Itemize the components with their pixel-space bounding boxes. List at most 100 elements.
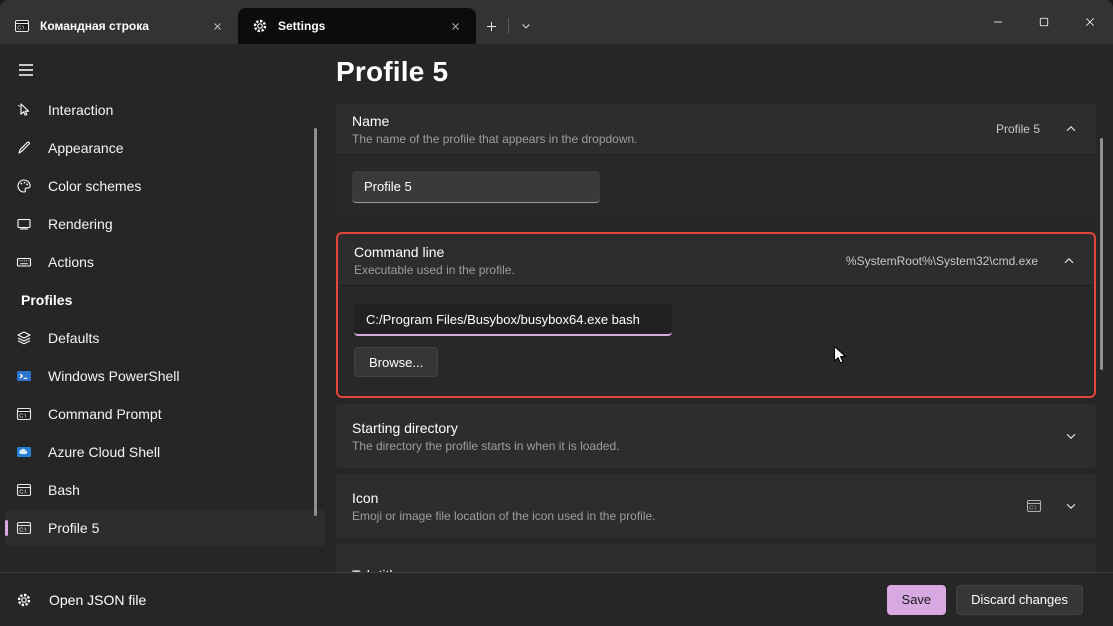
titlebar: C:\ Командная строка Settings bbox=[0, 0, 1113, 44]
cursor-click-icon bbox=[16, 102, 32, 118]
chevron-up-icon[interactable] bbox=[1064, 122, 1078, 136]
name-card: Name The name of the profile that appear… bbox=[336, 104, 1096, 219]
svg-text:C:\: C:\ bbox=[19, 527, 27, 533]
chevron-down-icon[interactable] bbox=[1064, 499, 1078, 513]
close-window-button[interactable] bbox=[1067, 0, 1113, 44]
command-line-input[interactable] bbox=[354, 304, 672, 336]
close-tab-icon[interactable] bbox=[206, 15, 228, 37]
card-description: The name of the profile that appears in … bbox=[352, 132, 996, 146]
icon-card-header[interactable]: Icon Emoji or image file location of the… bbox=[336, 474, 1096, 538]
terminal-settings-window: C:\ Командная строка Settings bbox=[0, 0, 1113, 626]
sidebar-item-label: Appearance bbox=[48, 140, 124, 156]
close-tab-icon[interactable] bbox=[444, 15, 466, 37]
icon-card: Icon Emoji or image file location of the… bbox=[336, 474, 1096, 538]
tab-command-prompt[interactable]: C:\ Командная строка bbox=[0, 8, 238, 44]
profiles-section-header: Profiles bbox=[5, 282, 325, 318]
settings-nav-sidebar: Interaction Appearance Color schemes Ren… bbox=[0, 44, 330, 572]
tab-label: Командная строка bbox=[40, 19, 196, 33]
sidebar-item-bash[interactable]: C:\ Bash bbox=[5, 472, 325, 508]
sidebar-item-interaction[interactable]: Interaction bbox=[5, 92, 325, 128]
sidebar-item-profile-5[interactable]: C:\ Profile 5 bbox=[5, 510, 325, 546]
maximize-button[interactable] bbox=[1021, 0, 1067, 44]
powershell-icon bbox=[16, 368, 32, 384]
sidebar-item-label: Color schemes bbox=[48, 178, 141, 194]
sidebar-item-label: Bash bbox=[48, 482, 80, 498]
new-tab-button[interactable] bbox=[476, 8, 506, 44]
browse-button[interactable]: Browse... bbox=[354, 347, 438, 377]
sidebar-item-color-schemes[interactable]: Color schemes bbox=[5, 168, 325, 204]
sidebar-item-rendering[interactable]: Rendering bbox=[5, 206, 325, 242]
sidebar-item-label: Azure Cloud Shell bbox=[48, 444, 160, 460]
profile-name-input[interactable] bbox=[352, 171, 600, 203]
discard-changes-button[interactable]: Discard changes bbox=[956, 585, 1083, 615]
open-json-file-label: Open JSON file bbox=[49, 592, 146, 608]
sidebar-item-label: Profile 5 bbox=[48, 520, 99, 536]
azure-cloud-icon bbox=[16, 444, 32, 460]
svg-text:C:\: C:\ bbox=[19, 489, 27, 495]
sidebar-item-defaults[interactable]: Defaults bbox=[5, 320, 325, 356]
window-controls bbox=[975, 0, 1113, 44]
app-body: Interaction Appearance Color schemes Ren… bbox=[0, 44, 1113, 572]
sidebar-item-actions[interactable]: Actions bbox=[5, 244, 325, 280]
tab-title-card-header[interactable]: Tab title bbox=[336, 544, 1096, 572]
card-title: Name bbox=[352, 113, 996, 129]
svg-text:C:\: C:\ bbox=[1029, 505, 1037, 511]
cmd-window-icon: C:\ bbox=[16, 406, 32, 422]
cmd-window-icon: C:\ bbox=[14, 18, 30, 34]
hamburger-menu-icon[interactable] bbox=[8, 54, 44, 86]
sidebar-item-label: Rendering bbox=[48, 216, 113, 232]
tabbar-separator bbox=[508, 18, 509, 34]
pen-icon bbox=[16, 140, 32, 156]
command-line-card-body: Browse... bbox=[338, 285, 1094, 396]
card-title: Tab title bbox=[352, 567, 1082, 573]
chevron-down-icon[interactable] bbox=[1064, 429, 1078, 443]
sidebar-item-command-prompt[interactable]: C:\ Command Prompt bbox=[5, 396, 325, 432]
card-title: Icon bbox=[352, 490, 1026, 506]
sidebar-item-windows-powershell[interactable]: Windows PowerShell bbox=[5, 358, 325, 394]
footer-bar: Open JSON file Save Discard changes bbox=[0, 572, 1113, 626]
palette-icon bbox=[16, 178, 32, 194]
card-title: Command line bbox=[354, 244, 846, 260]
cmd-window-icon: C:\ bbox=[16, 482, 32, 498]
sidebar-item-label: Windows PowerShell bbox=[48, 368, 180, 384]
monitor-icon bbox=[16, 216, 32, 232]
cmd-window-icon: C:\ bbox=[1026, 498, 1042, 514]
sidebar-item-appearance[interactable]: Appearance bbox=[5, 130, 325, 166]
sidebar-scrollbar[interactable] bbox=[314, 128, 317, 516]
gear-icon bbox=[252, 18, 268, 34]
sidebar-item-azure-cloud-shell[interactable]: Azure Cloud Shell bbox=[5, 434, 325, 470]
page-title: Profile 5 bbox=[336, 56, 1096, 88]
save-button[interactable]: Save bbox=[887, 585, 947, 615]
layers-icon bbox=[16, 330, 32, 346]
sidebar-item-label: Command Prompt bbox=[48, 406, 162, 422]
sidebar-item-label: Actions bbox=[48, 254, 94, 270]
keyboard-icon bbox=[16, 254, 32, 270]
starting-directory-card-header[interactable]: Starting directory The directory the pro… bbox=[336, 404, 1096, 468]
command-line-card-header[interactable]: Command line Executable used in the prof… bbox=[338, 234, 1094, 285]
starting-directory-card: Starting directory The directory the pro… bbox=[336, 404, 1096, 468]
card-description: Emoji or image file location of the icon… bbox=[352, 509, 1026, 523]
sidebar-item-label: Interaction bbox=[48, 102, 113, 118]
open-json-file-button[interactable]: Open JSON file bbox=[16, 592, 146, 608]
card-title: Starting directory bbox=[352, 420, 1064, 436]
name-card-header[interactable]: Name The name of the profile that appear… bbox=[336, 104, 1096, 154]
card-current-value: Profile 5 bbox=[996, 122, 1040, 136]
content-scrollbar[interactable] bbox=[1100, 138, 1103, 370]
tab-title-card: Tab title bbox=[336, 544, 1096, 572]
tab-dropdown-button[interactable] bbox=[511, 8, 541, 44]
svg-text:C:\: C:\ bbox=[17, 25, 25, 31]
cmd-window-icon: C:\ bbox=[16, 520, 32, 536]
command-line-card: Command line Executable used in the prof… bbox=[336, 232, 1096, 398]
svg-text:C:\: C:\ bbox=[19, 413, 27, 419]
tab-label: Settings bbox=[278, 19, 434, 33]
card-description: Executable used in the profile. bbox=[354, 263, 846, 277]
sidebar-item-label: Defaults bbox=[48, 330, 99, 346]
minimize-button[interactable] bbox=[975, 0, 1021, 44]
tab-settings[interactable]: Settings bbox=[238, 8, 476, 44]
gear-icon bbox=[16, 592, 32, 608]
name-card-body bbox=[336, 154, 1096, 219]
chevron-up-icon[interactable] bbox=[1062, 254, 1076, 268]
settings-content: Profile 5 Name The name of the profile t… bbox=[330, 44, 1113, 572]
card-current-value: %SystemRoot%\System32\cmd.exe bbox=[846, 254, 1038, 268]
card-description: The directory the profile starts in when… bbox=[352, 439, 1064, 453]
